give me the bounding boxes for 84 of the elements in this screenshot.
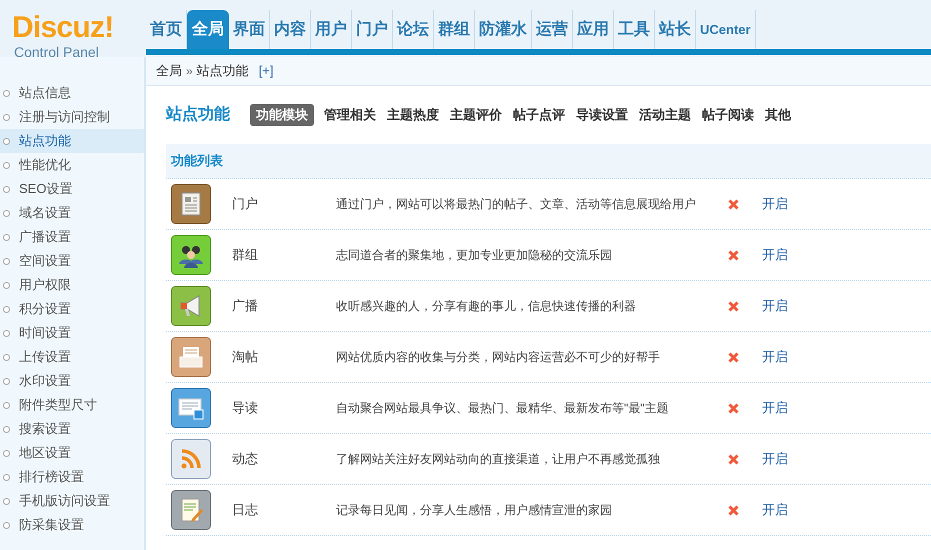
sidebar-item[interactable]: 注册与访问控制 <box>0 105 144 129</box>
sidebar-item[interactable]: 上传设置 <box>0 345 144 369</box>
module-icon <box>171 439 211 479</box>
page-title: 站点功能 <box>166 104 230 125</box>
module-icon <box>171 337 211 377</box>
bullet-icon <box>3 450 10 456</box>
breadcrumb-link[interactable]: 全局 <box>156 61 182 81</box>
module-icon <box>171 235 211 275</box>
sidebar-item[interactable]: 性能优化 <box>0 153 144 177</box>
bullet-icon <box>3 474 10 480</box>
module-description: 网站优质内容的收集与分类，网站内容运营必不可少的好帮手 <box>336 349 661 366</box>
module-name: 动态 <box>231 450 259 468</box>
sidebar-item[interactable]: 防采集设置 <box>0 513 144 537</box>
sidebar-item[interactable]: 搜索设置 <box>0 417 144 441</box>
enable-link[interactable]: 开启 <box>762 449 788 469</box>
bullet-icon <box>3 282 10 288</box>
module-icon <box>171 286 211 326</box>
sidebar-item[interactable]: 手机版访问设置 <box>0 489 144 513</box>
bullet-icon <box>3 162 10 168</box>
bullet-icon <box>3 402 10 408</box>
sidebar-item[interactable]: 站点功能 <box>0 129 144 153</box>
module-name: 日志 <box>231 501 259 520</box>
bullet-icon <box>3 234 10 240</box>
sidebar-item[interactable]: 域名设置 <box>0 201 144 225</box>
bullet-icon <box>3 426 10 432</box>
sidebar-item[interactable]: 水印设置 <box>0 369 144 393</box>
bullet-icon <box>3 210 10 216</box>
bullet-icon <box>3 378 10 384</box>
enable-link[interactable]: 开启 <box>762 194 788 214</box>
tab[interactable]: 其他 <box>764 104 792 126</box>
bullet-icon <box>3 114 10 120</box>
sidebar-item[interactable]: 广播设置 <box>0 225 144 249</box>
nav-tab[interactable]: 全局 <box>187 10 229 49</box>
logo-subtitle: Control Panel <box>13 44 100 60</box>
sidebar-item[interactable]: 附件类型尺寸 <box>0 393 144 417</box>
module-description: 自动聚合网站最具争议、最热门、最精华、最新发布等"最"主题 <box>336 400 670 417</box>
tab[interactable]: 导读设置 <box>575 104 629 126</box>
module-name: 导读 <box>231 399 259 418</box>
enable-link[interactable]: 开启 <box>762 296 788 316</box>
bullet-icon <box>3 330 10 336</box>
module-name: 淘帖 <box>231 348 259 366</box>
module-description: 通过门户，网站可以将最热门的帖子、文章、活动等信息展现给用户 <box>336 196 697 213</box>
bullet-icon <box>3 90 10 96</box>
sidebar-item[interactable]: 积分设置 <box>0 297 144 321</box>
tab[interactable]: 主题评价 <box>449 104 503 126</box>
bullet-icon <box>3 354 10 360</box>
sidebar-item[interactable]: 时间设置 <box>0 321 144 345</box>
bullet-icon <box>3 498 10 504</box>
tab[interactable]: 活动主题 <box>638 104 692 126</box>
breadcrumb-separator: » <box>186 63 193 80</box>
module-icon <box>171 388 211 428</box>
module-name: 门户 <box>231 195 259 214</box>
enable-link[interactable]: 开启 <box>762 245 788 265</box>
expand-link[interactable]: [+] <box>258 61 274 81</box>
tab[interactable]: 主题热度 <box>386 104 440 126</box>
sidebar-item[interactable]: 用户权限 <box>0 273 144 297</box>
bullet-icon <box>3 522 10 528</box>
bullet-icon <box>3 138 10 144</box>
sidebar-item[interactable]: 排行榜设置 <box>0 465 144 489</box>
tab[interactable]: 帖子点评 <box>512 104 566 126</box>
module-icon <box>171 184 211 224</box>
module-description: 记录每日见闻，分享人生感悟，用户感情宣泄的家园 <box>336 502 613 519</box>
breadcrumb-link[interactable]: 站点功能 <box>196 61 249 81</box>
module-description: 了解网站关注好友网站动向的直接渠道，让用户不再感觉孤独 <box>336 451 661 468</box>
logo: Discuz! <box>12 12 114 44</box>
enable-link[interactable]: 开启 <box>762 398 788 418</box>
tab[interactable]: 功能模块 <box>250 104 314 126</box>
module-icon <box>171 490 211 530</box>
sidebar-item[interactable]: 地区设置 <box>0 441 144 465</box>
sidebar-item[interactable]: SEO设置 <box>0 177 144 201</box>
sidebar-item[interactable]: 空间设置 <box>0 249 144 273</box>
tab[interactable]: 帖子阅读 <box>701 104 755 126</box>
module-name: 群组 <box>231 246 259 264</box>
bullet-icon <box>3 258 10 264</box>
tab[interactable]: 管理相关 <box>323 104 377 126</box>
enable-link[interactable]: 开启 <box>762 347 788 367</box>
bullet-icon <box>3 186 10 192</box>
enable-link[interactable]: 开启 <box>762 500 788 520</box>
module-description: 志同道合者的聚集地，更加专业更加隐秘的交流乐园 <box>336 247 613 264</box>
bullet-icon <box>3 306 10 312</box>
sidebar-item[interactable]: 站点信息 <box>0 81 144 105</box>
module-name: 广播 <box>231 297 259 316</box>
section-title: 功能列表 <box>171 152 223 170</box>
module-description: 收听感兴趣的人，分享有趣的事儿，信息快速传播的利器 <box>336 298 637 315</box>
